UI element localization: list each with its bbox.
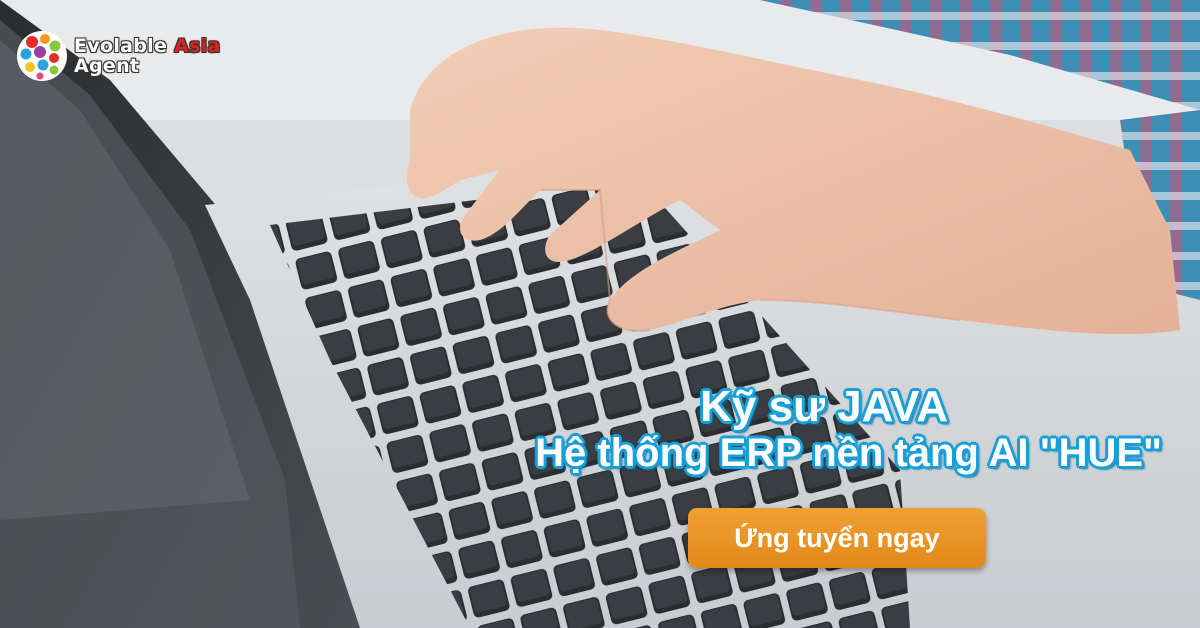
job-title: Kỹ sư JAVA (700, 382, 948, 431)
brand-name: Evolable Asia Agent (74, 36, 221, 76)
brand-name-line2: Agent (74, 55, 140, 77)
brand-name-line1: Evolable Asia (74, 36, 221, 56)
brand-name-part1: Evolable (74, 35, 175, 57)
background-photo (0, 0, 1200, 628)
job-headline: Kỹ sư JAVA Hệ thống ERP nền tảng AI "HUE… (535, 382, 1162, 476)
logo-mosaic-icon (17, 31, 67, 81)
job-ad-banner: Evolable Asia Agent Kỹ sư JAVA Hệ thống … (0, 0, 1200, 628)
job-subtitle: Hệ thống ERP nền tảng AI "HUE" (535, 431, 1162, 476)
apply-now-button[interactable]: Ứng tuyển ngay (688, 508, 986, 568)
brand-name-part2: Asia (174, 35, 221, 57)
brand-logo: Evolable Asia Agent (16, 30, 221, 82)
